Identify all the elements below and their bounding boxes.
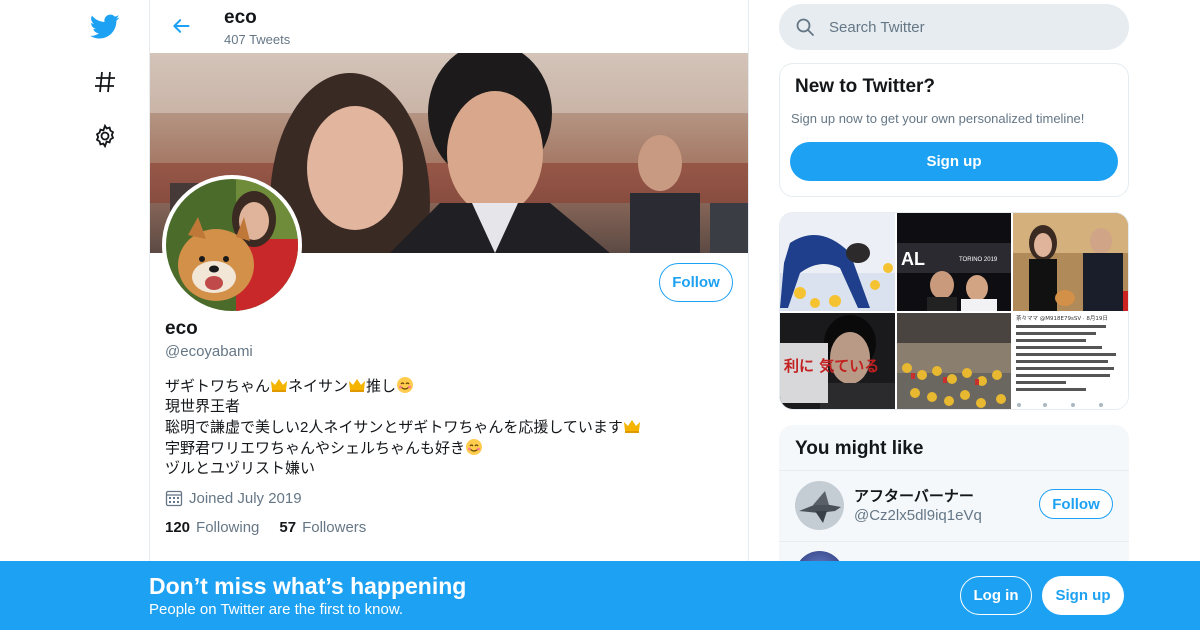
crown-icon xyxy=(271,379,288,392)
tweet-count: 407 Tweets xyxy=(224,32,291,47)
photo-overlay-text: AL xyxy=(901,249,925,269)
media-grid: AL TORINO 2019 利に 気ている 茶々ママ @M918E79sSV … xyxy=(779,212,1129,410)
search-input[interactable] xyxy=(829,18,1089,36)
profile-header-bar: eco 407 Tweets xyxy=(150,0,748,53)
joined-text: Joined July 2019 xyxy=(189,489,302,507)
follow-stats: 120 Following 57 Followers xyxy=(165,519,735,536)
signup-button[interactable]: Sign up xyxy=(790,142,1118,181)
login-button[interactable]: Log in xyxy=(960,576,1032,615)
followers-label: Followers xyxy=(302,519,367,536)
back-button[interactable] xyxy=(166,11,196,41)
prompt-headline: Don’t miss what’s happening xyxy=(149,573,467,599)
joined-date: Joined July 2019 xyxy=(165,489,735,507)
following-label: Following xyxy=(196,519,260,536)
suggested-user[interactable]: アフターバーナー @Cz2lx5dl9iq1eVq Follow xyxy=(779,471,1129,539)
bio-line-4: 宇野君ワリエワちゃんやシェルちゃんも好き xyxy=(165,438,735,459)
calendar-icon xyxy=(165,490,183,507)
photo-small-text: TORINO 2019 xyxy=(959,257,998,263)
bio-text: 宇野君ワリエワちゃんやシェルちゃんも好き xyxy=(165,440,466,457)
signup-prompt-bar: Don’t miss what’s happening People on Tw… xyxy=(0,561,1200,630)
following-link[interactable]: 120 Following xyxy=(165,519,259,536)
bio-line-5: ヅルとユヅリスト嫌い xyxy=(165,460,316,477)
profile-column: eco 407 Tweets Follow eco @ecoyabami ザギト… xyxy=(149,0,749,630)
search-icon xyxy=(796,18,814,36)
profile-handle: @ecoyabami xyxy=(165,343,253,360)
hashtag-icon xyxy=(95,71,115,93)
follow-button[interactable]: Follow xyxy=(659,263,733,302)
photo-tweet-screenshot[interactable]: 茶々ママ @M918E79sSV · 8月19日 xyxy=(1013,313,1128,409)
bio-line-3: 聡明で謙虚で美しい2人ネイサンとザギトワちゃんを応援しています xyxy=(165,417,735,438)
photo-skater-fall[interactable] xyxy=(780,213,895,311)
suggested-user-name: アフターバーナー xyxy=(854,488,974,505)
divider xyxy=(779,541,1129,542)
new-to-twitter-title: New to Twitter? xyxy=(795,76,936,97)
gear-icon xyxy=(95,124,115,148)
twitter-bird-icon xyxy=(90,14,120,39)
you-might-like-title: You might like xyxy=(795,438,924,459)
profile-bio: ザギトワちゃん ネイサン 推し 現世界王者 聡明で謙虚で美しい2人ネイサンとザギトワ… xyxy=(165,376,735,479)
profile-info: eco @ecoyabami ザギトワちゃん ネイサン 推し 現世界王者 聡明で謙虚… xyxy=(165,318,735,536)
following-count: 120 xyxy=(165,519,191,536)
photo-overlay-text: 利に 気ている xyxy=(784,357,879,375)
crown-icon xyxy=(349,379,366,392)
photo-stands[interactable] xyxy=(897,313,1011,409)
tweet-screenshot-title: 茶々ママ @M918E79sSV · 8月19日 xyxy=(1016,314,1108,322)
suggested-user-handle: @Cz2lx5dl9iq1eVq xyxy=(854,507,982,524)
new-to-twitter-card: New to Twitter? Sign up now to get your … xyxy=(779,63,1129,197)
bio-text: ザギトワちゃん xyxy=(165,378,271,395)
smiling-face-icon xyxy=(397,377,414,393)
photo-handshake[interactable] xyxy=(1013,213,1128,311)
bio-text: ネイサン xyxy=(288,378,349,395)
bio-text: 推し xyxy=(366,378,397,395)
new-to-twitter-text: Sign up now to get your own personalized… xyxy=(791,111,1085,126)
bio-text: 聡明で謙虚で美しい2人ネイサンとザギトワちゃんを応援しています xyxy=(165,419,623,436)
crown-icon xyxy=(623,420,640,433)
suggested-user-avatar xyxy=(795,481,844,530)
photo-portrait[interactable]: 利に 気ている xyxy=(780,313,895,409)
bio-line-2: 現世界王者 xyxy=(165,398,241,415)
smiling-face-icon xyxy=(466,439,483,455)
bio-line-1: ザギトワちゃん ネイサン 推し xyxy=(165,376,735,397)
suggested-user-follow-button[interactable]: Follow xyxy=(1039,489,1113,519)
prompt-subtext: People on Twitter are the first to know. xyxy=(149,601,404,618)
photo-grand-prix[interactable]: AL TORINO 2019 xyxy=(897,213,1011,311)
left-navigation xyxy=(80,0,130,630)
followers-link[interactable]: 57 Followers xyxy=(279,519,366,536)
signup-button-bottom[interactable]: Sign up xyxy=(1042,576,1124,615)
followers-count: 57 xyxy=(279,519,297,536)
profile-avatar[interactable] xyxy=(162,175,302,315)
arrow-left-icon xyxy=(173,19,190,33)
twitter-home-link[interactable] xyxy=(86,8,124,46)
search-box[interactable] xyxy=(779,4,1129,50)
profile-name: eco xyxy=(165,318,198,339)
header-name: eco xyxy=(224,7,257,28)
explore-link[interactable] xyxy=(86,63,124,101)
settings-link[interactable] xyxy=(86,117,124,155)
